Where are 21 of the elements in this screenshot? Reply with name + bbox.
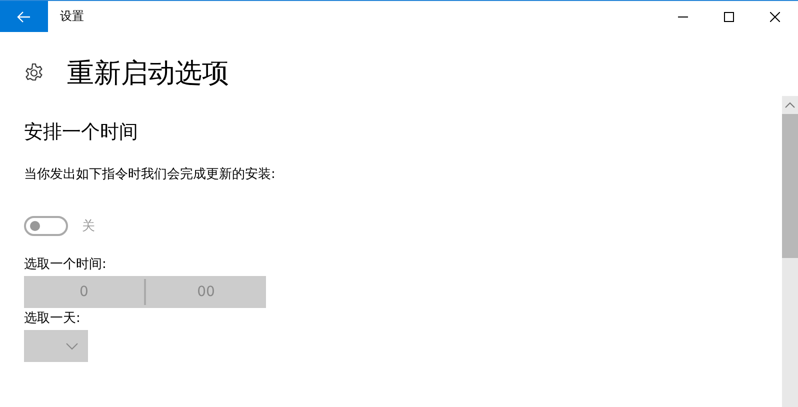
description-text: 当你发出如下指令时我们会完成更新的安装: [24, 166, 276, 184]
chevron-down-icon [66, 342, 78, 350]
close-icon [770, 12, 780, 22]
back-button[interactable] [0, 1, 48, 32]
toggle-switch[interactable] [24, 216, 68, 236]
field-label: 选取一天: [24, 310, 82, 328]
maximize-icon [724, 12, 734, 22]
day-dropdown[interactable] [24, 330, 88, 362]
section-title: 安排一个时间 [24, 120, 139, 145]
field-label: 选取一个时间: [24, 256, 108, 274]
hour-value: 0 [78, 284, 90, 300]
scrollbar[interactable] [782, 96, 798, 407]
window-title: 设置 [60, 8, 84, 25]
settings-icon [24, 63, 44, 83]
scroll-up-icon [785, 102, 795, 108]
back-arrow-icon [17, 10, 31, 22]
page-title: 重新启动选项 [67, 57, 229, 91]
time-picker[interactable]: 0 00 [24, 276, 266, 308]
scrollbar-thumb[interactable] [782, 114, 798, 258]
toggle-state-label: 关 [82, 218, 95, 235]
minute-value: 00 [196, 284, 216, 300]
